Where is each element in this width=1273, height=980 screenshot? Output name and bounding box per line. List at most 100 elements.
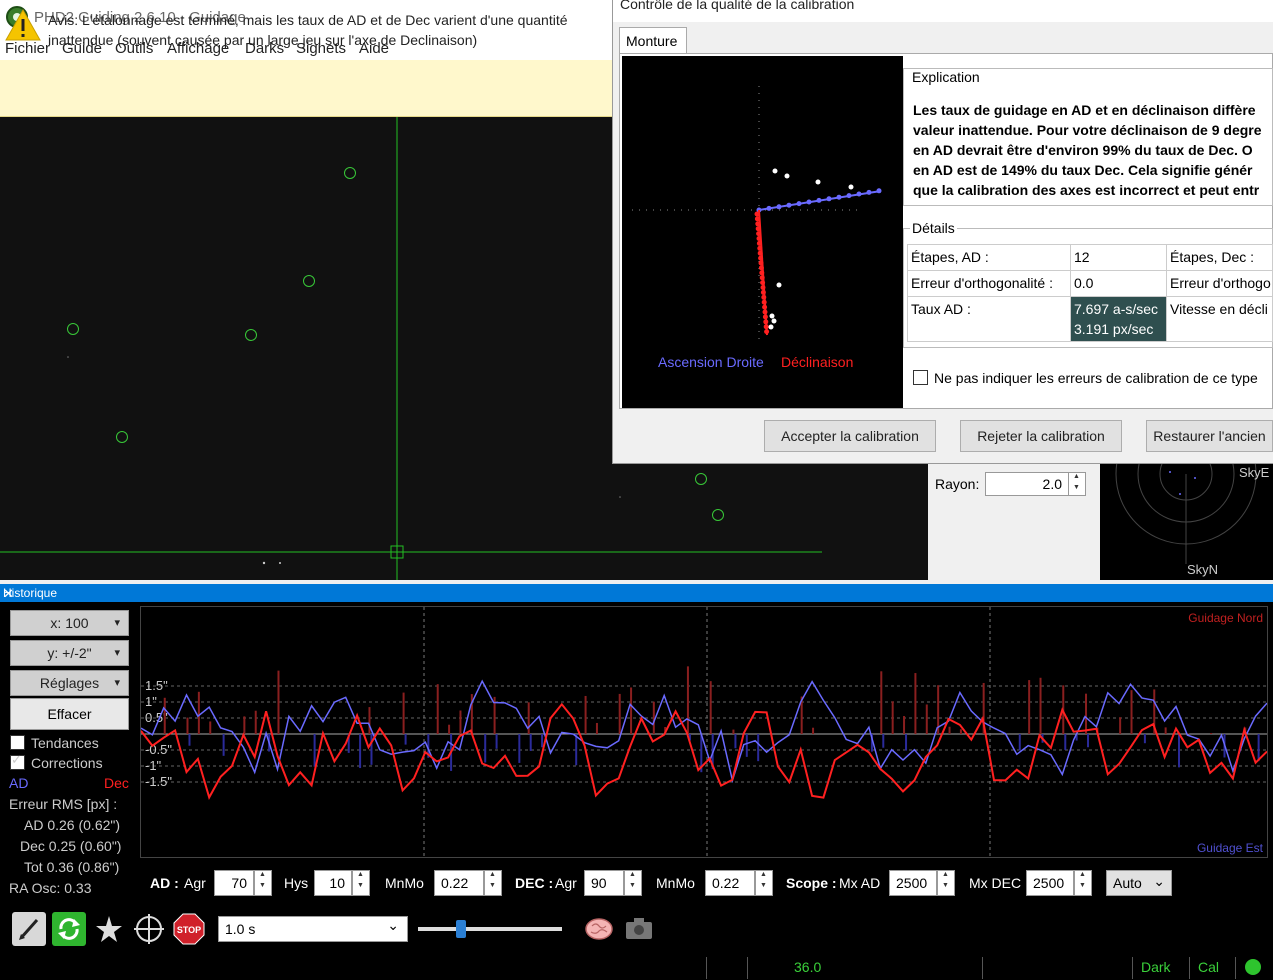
suppress-errors-label: Ne pas indiquer les erreurs de calibrati… xyxy=(934,370,1258,386)
corrections-checkbox[interactable] xyxy=(10,752,25,770)
status-snr-label: RSB xyxy=(754,959,783,975)
ra-minmove-spinner[interactable] xyxy=(484,870,502,896)
dec-correction-bar xyxy=(959,729,962,734)
max-dec-spinner[interactable] xyxy=(1074,870,1092,896)
ra-aggressiveness-input[interactable]: 70 xyxy=(214,870,254,896)
ra-minmove-label: MnMo xyxy=(385,875,424,891)
cal-ra-return-point xyxy=(772,168,778,174)
suppress-errors-checkbox-row[interactable]: Ne pas indiquer les erreurs de calibrati… xyxy=(913,370,1258,386)
y-scale-dropdown[interactable]: y: +/-2" xyxy=(10,640,129,666)
graph-east-label: Guidage Est xyxy=(1196,841,1263,855)
ra-minmove-input[interactable]: 0.22 xyxy=(434,870,484,896)
ra-correction-bar xyxy=(541,734,544,748)
hysteresis-input[interactable]: 10 xyxy=(314,870,352,896)
dec-correction-bar xyxy=(652,701,655,734)
dec-correction-bar xyxy=(277,670,280,734)
status-separator xyxy=(747,957,748,979)
trends-checkbox[interactable] xyxy=(10,735,25,750)
sky-east-label: SkyE xyxy=(1239,465,1270,480)
guiding-graph[interactable]: 1.5" 1" 0.5" -0.5" -1" -1.5" Guidage Nord Gui… xyxy=(140,606,1268,858)
radius-input[interactable]: 2.0 xyxy=(985,472,1069,496)
cal-dec-return-point xyxy=(776,282,782,288)
star-marker xyxy=(695,473,707,485)
max-dec-input[interactable]: 2500 xyxy=(1026,870,1074,896)
settings-dropdown[interactable]: Réglages xyxy=(10,670,129,696)
orthogonality-value: 0.0 xyxy=(1070,270,1167,297)
dec-correction-bar xyxy=(686,666,689,734)
slider-thumb[interactable] xyxy=(456,920,467,938)
restore-calibration-button[interactable]: Restaurer l'ancien xyxy=(1146,420,1273,452)
dec-correction-bar xyxy=(368,707,371,734)
corrections-checkbox-row[interactable]: Corrections xyxy=(10,752,103,771)
rms-title: Erreur RMS [px] : xyxy=(9,796,118,812)
dec-mode-select[interactable]: Auto ⌄ xyxy=(1106,870,1172,896)
guide-target-icon[interactable] xyxy=(132,912,166,946)
ra-correction-bar xyxy=(359,734,362,769)
rms-ra: AD 0.26 (0.62") xyxy=(24,817,121,833)
star-marker xyxy=(245,329,257,341)
brain-icon[interactable] xyxy=(582,912,616,946)
accept-calibration-button[interactable]: Accepter la calibration xyxy=(764,420,936,452)
dec-correction-bar xyxy=(925,704,928,734)
rate-dec-label: Vitesse en décli xyxy=(1166,296,1273,342)
dec-aggressiveness-spinner[interactable] xyxy=(624,870,642,896)
camera-view-edge xyxy=(822,464,928,580)
status-frames: 9/12 xyxy=(712,959,740,975)
suppress-errors-checkbox[interactable] xyxy=(913,370,928,385)
hysteresis-spinner[interactable] xyxy=(352,870,370,896)
tab-monture[interactable]: Monture xyxy=(619,27,687,53)
trends-checkbox-row[interactable]: Tendances xyxy=(10,735,99,751)
steps-ra-label: Étapes, AD : xyxy=(907,244,1071,271)
cal-ra-line xyxy=(758,190,882,211)
close-icon[interactable]: ✕ xyxy=(3,586,1268,602)
max-ra-spinner[interactable] xyxy=(937,870,955,896)
ra-aggressiveness-spinner[interactable] xyxy=(254,870,272,896)
ra-correction-bar xyxy=(484,734,487,763)
gamma-slider[interactable] xyxy=(410,914,570,944)
warning-icon xyxy=(5,8,41,41)
camera-settings-icon[interactable] xyxy=(622,912,656,946)
dec-minmove-input[interactable]: 0.22 xyxy=(705,870,755,896)
target-view: SkyE SkyN xyxy=(1100,464,1273,580)
ra-correction-bar xyxy=(1018,734,1021,751)
dec-aggressiveness-input[interactable]: 90 xyxy=(584,870,624,896)
dec-minmove-spinner[interactable] xyxy=(755,870,773,896)
explanation-line: en AD devrait être d'environ 99% du taux… xyxy=(913,142,1253,158)
pencil-icon[interactable] xyxy=(12,912,46,946)
explanation-line: Les taux de guidage en AD et en déclinai… xyxy=(913,102,1256,118)
dec-correction-bar xyxy=(914,673,917,734)
ra-correction-bar xyxy=(1087,734,1090,748)
ra-aggressiveness-label: Agr xyxy=(184,875,206,891)
connection-status-light xyxy=(1245,959,1261,975)
clear-button[interactable]: Effacer xyxy=(10,698,129,730)
ra-params-label: AD : xyxy=(150,875,179,891)
ra-correction-bar xyxy=(222,734,225,756)
status-separator xyxy=(1132,957,1133,979)
explanation-line: en AD est de 149% du taux Dec. Cela sign… xyxy=(913,162,1253,178)
details-heading: Détails xyxy=(910,220,957,236)
cal-ra-return-point xyxy=(848,184,854,190)
stop-icon[interactable]: STOP xyxy=(172,912,206,946)
ra-correction-bar xyxy=(1257,734,1260,762)
radius-spinner[interactable] xyxy=(1068,472,1086,496)
sky-north-label: SkyN xyxy=(1187,562,1219,577)
scope-params-label: Scope : xyxy=(786,875,837,891)
orthogonality-dec-label: Erreur d'orthogo xyxy=(1166,270,1273,297)
auto-select-star-icon[interactable] xyxy=(92,912,126,946)
cal-dec-return-point xyxy=(768,324,774,330)
x-scale-dropdown[interactable]: x: 100 xyxy=(10,610,129,636)
max-ra-input[interactable]: 2500 xyxy=(889,870,937,896)
ra-correction-bar xyxy=(495,734,498,749)
loop-icon[interactable] xyxy=(52,912,86,946)
dec-correction-bar xyxy=(618,693,621,734)
status-dark: Dark xyxy=(1141,959,1171,975)
svg-text:STOP: STOP xyxy=(177,925,201,935)
dec-correction-bar xyxy=(1130,690,1133,734)
exposure-select[interactable]: 1.0 s xyxy=(218,916,408,942)
dec-correction-bar xyxy=(459,710,462,734)
reject-calibration-button[interactable]: Rejeter la calibration xyxy=(960,420,1122,452)
dec-correction-bar xyxy=(527,702,530,734)
menu-fichier[interactable]: Fichier xyxy=(5,40,50,57)
orthogonality-label: Erreur d'orthogonalité : xyxy=(907,270,1071,297)
star-marker xyxy=(344,167,356,179)
